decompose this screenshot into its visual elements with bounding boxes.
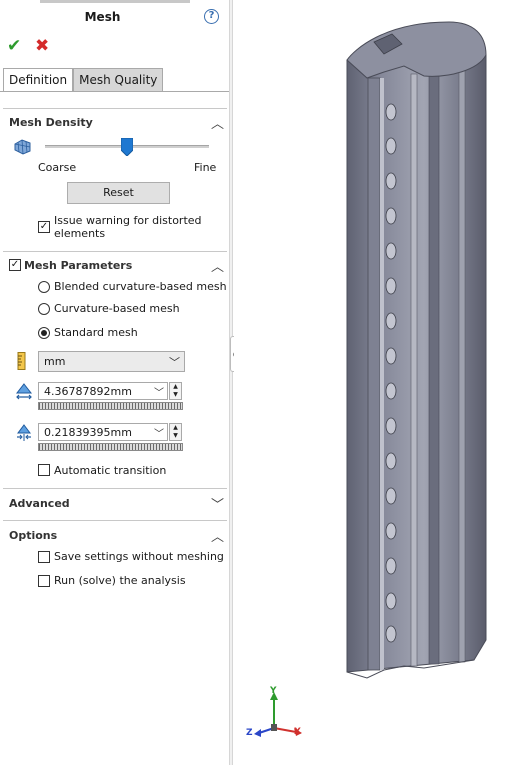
- cancel-button[interactable]: ✖: [35, 36, 49, 56]
- tolerance-thumbwheel[interactable]: [38, 443, 183, 451]
- options-title: Options: [9, 529, 58, 542]
- panel-divider[interactable]: [229, 0, 233, 765]
- expand-chevron-icon[interactable]: ﹀: [211, 494, 224, 513]
- x-axis-label: X: [294, 727, 301, 737]
- radio-standard-mesh-label: Standard mesh: [54, 326, 138, 339]
- tolerance-spinner[interactable]: ▲ ▼: [169, 423, 182, 441]
- coarse-label: Coarse: [38, 161, 77, 174]
- fine-label: Fine: [194, 161, 217, 174]
- run-analysis-label: Run (solve) the analysis: [54, 574, 186, 587]
- element-size-value: 4.36787892mm: [44, 385, 132, 398]
- panel-title: Mesh: [84, 10, 121, 24]
- collapse-chevron-icon[interactable]: ︿: [211, 256, 224, 275]
- cylinder-model[interactable]: [346, 21, 487, 679]
- reset-button[interactable]: Reset: [67, 182, 170, 204]
- unit-select[interactable]: mm ﹀: [38, 351, 185, 372]
- mesh-density-slider-thumb[interactable]: [121, 138, 133, 156]
- advanced-title: Advanced: [9, 497, 70, 510]
- graphics-viewport[interactable]: Y X Z: [234, 0, 519, 765]
- tolerance-input[interactable]: 0.21839395mm ﹀: [38, 423, 168, 441]
- radio-blended-curvature[interactable]: [38, 281, 50, 293]
- element-size-thumbwheel[interactable]: [38, 402, 183, 410]
- title-bar: Mesh ?: [0, 0, 229, 34]
- tab-underline: [0, 91, 229, 92]
- distortion-warning-label-cont: elements: [54, 227, 106, 240]
- section-separator: [3, 520, 227, 521]
- save-without-meshing-label: Save settings without meshing: [54, 550, 224, 563]
- tolerance-icon: [15, 424, 33, 445]
- radio-blended-curvature-label: Blended curvature-based mesh: [54, 280, 227, 293]
- distortion-warning-checkbox[interactable]: ✓: [38, 221, 50, 233]
- radio-curvature[interactable]: [38, 303, 50, 315]
- section-separator: [3, 488, 227, 489]
- run-analysis-checkbox[interactable]: [38, 575, 50, 587]
- element-size-spinner[interactable]: ▲ ▼: [169, 382, 182, 400]
- tab-bar: Definition Mesh Quality: [3, 68, 164, 92]
- chevron-down-icon[interactable]: ﹀: [154, 384, 164, 399]
- mesh-parameters-title: Mesh Parameters: [24, 259, 133, 272]
- automatic-transition-checkbox[interactable]: [38, 464, 50, 476]
- save-without-meshing-checkbox[interactable]: [38, 551, 50, 563]
- section-separator: [3, 108, 227, 109]
- help-icon[interactable]: ?: [204, 9, 219, 24]
- options-header[interactable]: Options ︿: [0, 526, 229, 546]
- ruler-icon: [17, 352, 27, 373]
- radio-curvature-label: Curvature-based mesh: [54, 302, 180, 315]
- tab-mesh-quality[interactable]: Mesh Quality: [73, 68, 164, 92]
- model-view[interactable]: [234, 0, 519, 765]
- mesh-density-header[interactable]: Mesh Density ︿: [0, 113, 229, 133]
- chevron-down-icon: ﹀: [169, 356, 180, 369]
- chevron-down-icon[interactable]: ﹀: [154, 425, 164, 440]
- y-axis-label: Y: [270, 686, 277, 696]
- mesh-parameters-header[interactable]: Mesh Parameters ︿: [0, 256, 229, 276]
- element-size-input[interactable]: 4.36787892mm ﹀: [38, 382, 168, 400]
- section-separator: [3, 251, 227, 252]
- tab-definition[interactable]: Definition: [3, 68, 74, 92]
- mesh-density-icon: [13, 138, 33, 159]
- element-size-icon: [15, 383, 33, 404]
- collapse-chevron-icon[interactable]: ︿: [211, 113, 224, 132]
- tolerance-value: 0.21839395mm: [44, 426, 132, 439]
- ok-button[interactable]: ✔: [7, 36, 21, 56]
- automatic-transition-label: Automatic transition: [54, 464, 167, 477]
- distortion-warning-label: Issue warning for distorted: [54, 214, 202, 227]
- unit-select-value: mm: [44, 355, 66, 368]
- mesh-density-title: Mesh Density: [9, 116, 93, 129]
- property-manager: Mesh ? ✔ ✖ Definition Mesh Quality Mesh …: [0, 0, 229, 765]
- collapse-chevron-icon[interactable]: ︿: [211, 526, 224, 545]
- z-axis-label: Z: [246, 728, 253, 738]
- radio-standard-mesh[interactable]: [38, 327, 50, 339]
- advanced-header[interactable]: Advanced ﹀: [0, 494, 229, 514]
